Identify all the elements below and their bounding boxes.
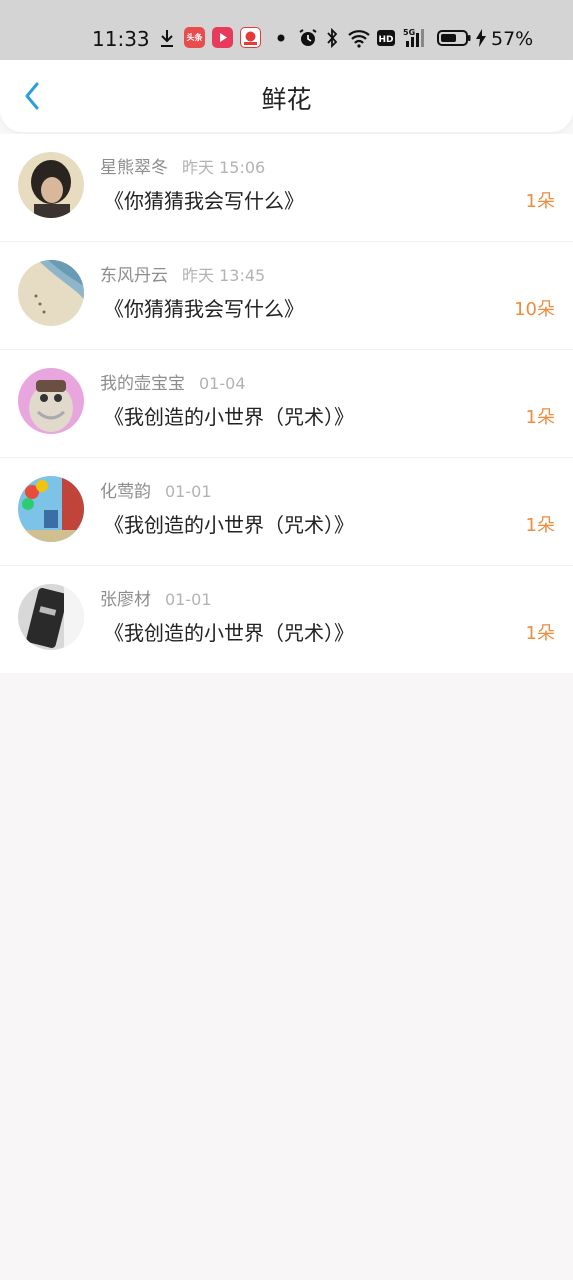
bluetooth-icon bbox=[323, 27, 341, 49]
wifi-icon bbox=[346, 27, 372, 49]
flower-count: 1朵 bbox=[525, 191, 555, 212]
work-title: 《你猜猜我会写什么》 bbox=[104, 189, 304, 213]
work-title: 《我创造的小世界（咒术）》 bbox=[104, 513, 354, 537]
flower-list: 星熊翠冬 昨天 15:06 《你猜猜我会写什么》 1朵 东风丹云 昨天 13:45 … bbox=[0, 134, 573, 673]
dot-icon bbox=[276, 27, 286, 49]
flower-count: 10朵 bbox=[514, 299, 555, 320]
status-bar: 11:33 头条 HD 5G 57% bbox=[0, 0, 573, 60]
alarm-icon bbox=[297, 27, 319, 49]
page-title: 鲜花 bbox=[261, 85, 312, 114]
post-time: 01-04 bbox=[199, 374, 246, 393]
list-item[interactable]: 张廖材 01-01 《我创造的小世界（咒术）》 1朵 bbox=[0, 566, 573, 673]
avatar bbox=[18, 368, 84, 434]
avatar bbox=[18, 152, 84, 218]
svg-text:HD: HD bbox=[378, 35, 393, 45]
user-name: 我的壶宝宝 01-04 bbox=[100, 374, 246, 394]
news-app-icon bbox=[240, 27, 261, 48]
flower-count: 1朵 bbox=[525, 623, 555, 644]
download-icon bbox=[158, 27, 176, 49]
nav-header: 鲜花 bbox=[0, 60, 573, 132]
post-time: 昨天 13:45 bbox=[182, 266, 266, 285]
user-name: 东风丹云 昨天 13:45 bbox=[100, 266, 266, 286]
post-time: 01-01 bbox=[165, 482, 212, 501]
work-title: 《我创造的小世界（咒术）》 bbox=[104, 405, 354, 429]
list-item[interactable]: 星熊翠冬 昨天 15:06 《你猜猜我会写什么》 1朵 bbox=[0, 134, 573, 242]
list-item[interactable]: 我的壶宝宝 01-04 《我创造的小世界（咒术）》 1朵 bbox=[0, 350, 573, 458]
work-title: 《你猜猜我会写什么》 bbox=[104, 297, 304, 321]
flower-count: 1朵 bbox=[525, 407, 555, 428]
post-time: 昨天 15:06 bbox=[182, 158, 266, 177]
user-name: 张廖材 01-01 bbox=[100, 590, 212, 610]
user-name: 星熊翠冬 昨天 15:06 bbox=[100, 158, 266, 178]
user-name: 化莺韵 01-01 bbox=[100, 482, 212, 502]
signal-5g-icon: 5G bbox=[402, 27, 430, 49]
battery-icon bbox=[436, 27, 472, 49]
avatar bbox=[18, 476, 84, 542]
video-app-icon bbox=[212, 27, 233, 48]
post-time: 01-01 bbox=[165, 590, 212, 609]
avatar bbox=[18, 584, 84, 650]
flower-count: 1朵 bbox=[525, 515, 555, 536]
battery-percent: 57% bbox=[491, 28, 534, 50]
list-item[interactable]: 化莺韵 01-01 《我创造的小世界（咒术）》 1朵 bbox=[0, 458, 573, 566]
charging-icon bbox=[474, 27, 488, 49]
avatar bbox=[18, 260, 84, 326]
hd-icon: HD bbox=[376, 27, 396, 49]
svg-text:5G: 5G bbox=[403, 28, 415, 37]
status-time: 11:33 bbox=[92, 27, 150, 51]
work-title: 《我创造的小世界（咒术）》 bbox=[104, 621, 354, 645]
list-item[interactable]: 东风丹云 昨天 13:45 《你猜猜我会写什么》 10朵 bbox=[0, 242, 573, 350]
toutiao-app-icon: 头条 bbox=[184, 27, 205, 48]
